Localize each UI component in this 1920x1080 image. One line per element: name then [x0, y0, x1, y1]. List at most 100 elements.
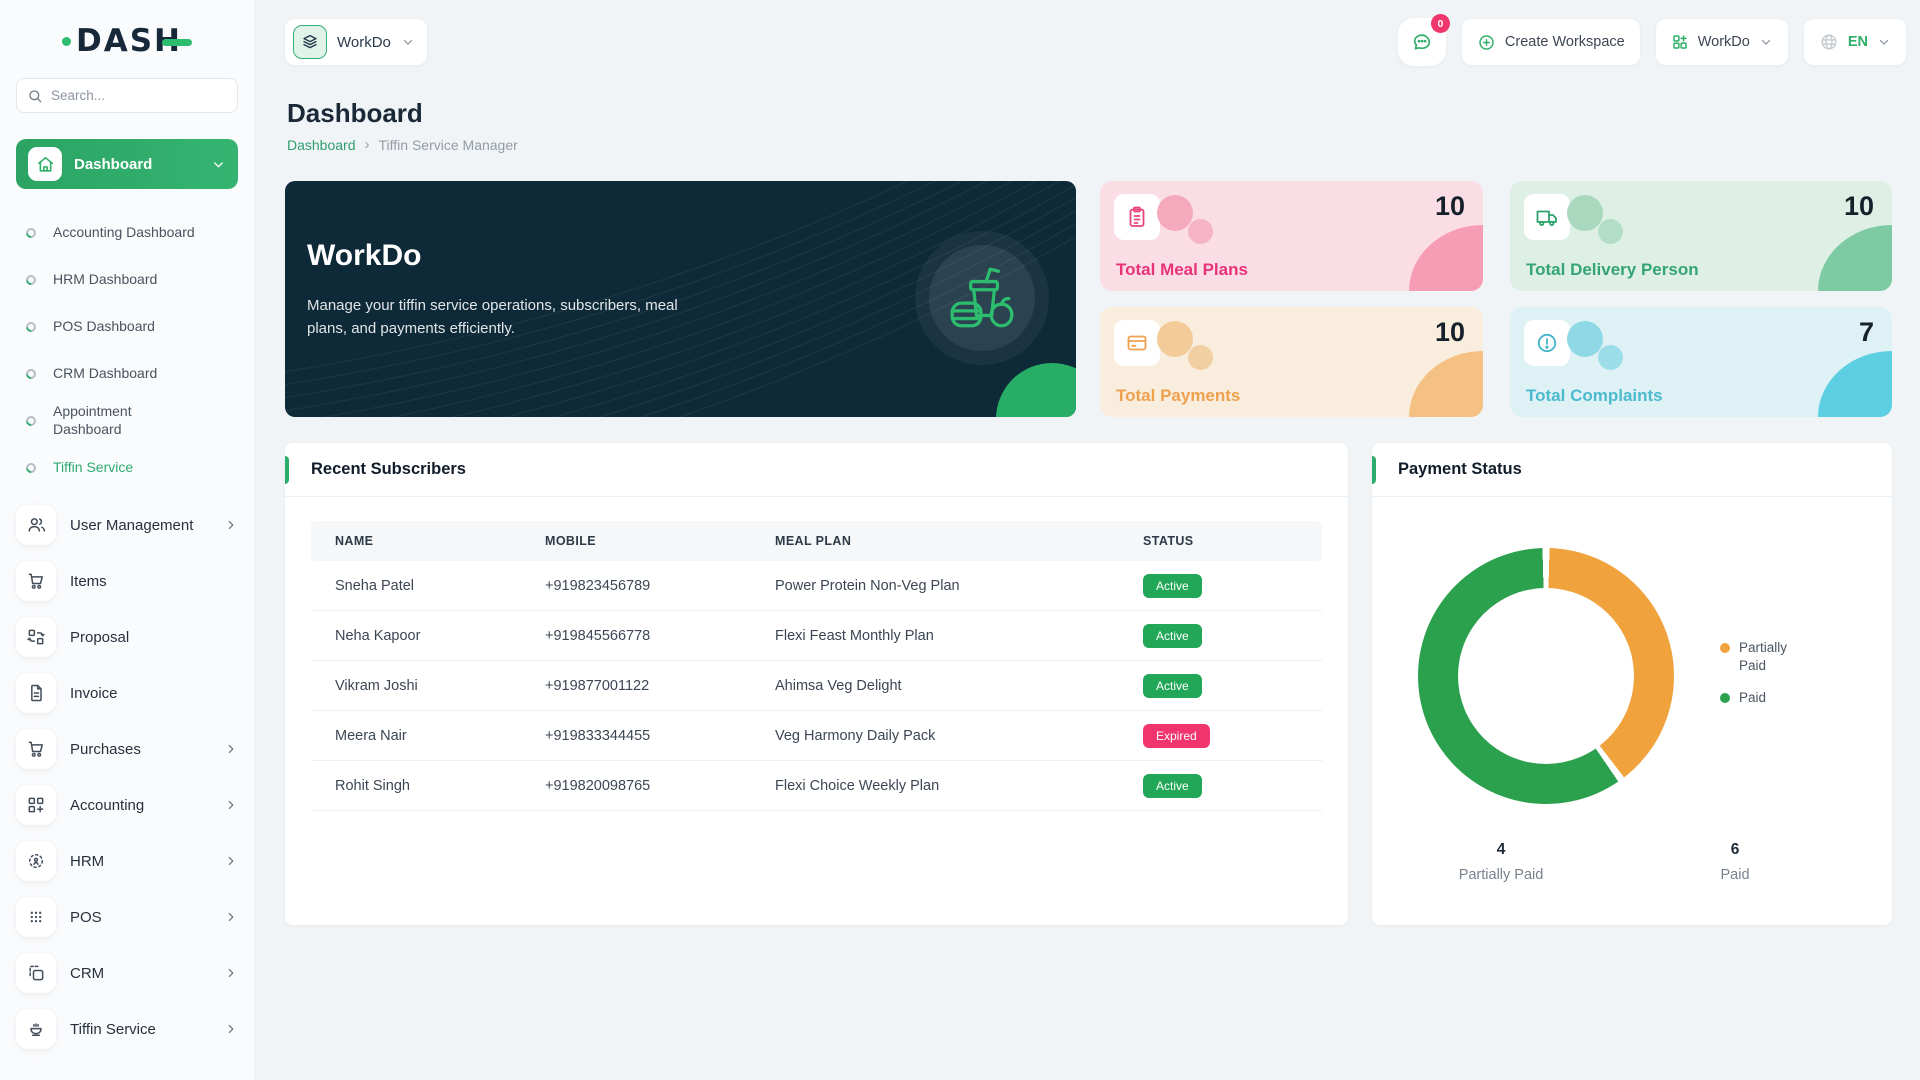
breadcrumb: Dashboard › Tiffin Service Manager	[287, 136, 518, 153]
workspace-selector[interactable]: WorkDo	[285, 19, 427, 65]
create-workspace-label: Create Workspace	[1504, 34, 1625, 50]
breadcrumb-dashboard-link[interactable]: Dashboard	[287, 137, 356, 153]
table-header-row: NAME MOBILE MEAL PLAN STATUS	[311, 521, 1322, 561]
notification-badge: 0	[1430, 14, 1450, 33]
page-title: Dashboard	[287, 98, 423, 128]
sidebar-item-crm[interactable]: CRM	[16, 945, 238, 1001]
search-icon	[29, 89, 42, 102]
stat-card-total-meal-plans[interactable]: 10 Total Meal Plans	[1100, 181, 1483, 291]
proposal-icon	[16, 617, 56, 657]
stat-value: 7	[1858, 317, 1874, 347]
workdo-menu-label: WorkDo	[1697, 34, 1750, 50]
status-badge: Active	[1143, 623, 1202, 648]
sidebar-item-hrm[interactable]: HRM	[16, 833, 238, 889]
credit-card-icon	[1114, 320, 1160, 366]
summary-value: 4	[1496, 841, 1506, 858]
sidebar-item-accounting-dashboard[interactable]: Accounting Dashboard	[23, 209, 238, 256]
sidebar-item-tiffin-service-active[interactable]: Tiffin Service	[23, 444, 238, 491]
column-header-name: NAME	[335, 534, 374, 548]
payment-status-panel: Payment Status Partially Paid Paid 4 Par…	[1372, 443, 1892, 925]
sidebar-item-tiffin-service[interactable]: Tiffin Service	[16, 1001, 238, 1057]
table-row[interactable]: Neha Kapoor +919845566778 Flexi Feast Mo…	[311, 611, 1322, 661]
payment-status-donut-chart	[1418, 548, 1674, 804]
stat-label: Total Delivery Person	[1526, 260, 1699, 279]
sidebar-item-appointment-dashboard[interactable]: Appointment Dashboard	[23, 397, 238, 444]
stat-cards: 10 Total Meal Plans 10 Total Delivery Pe…	[1100, 181, 1892, 417]
stat-card-total-complaints[interactable]: 7 Total Complaints	[1510, 307, 1892, 417]
bullet-icon	[23, 225, 39, 240]
legend-item-paid: Paid	[1720, 689, 1801, 707]
summary-label: Paid	[1720, 867, 1750, 883]
dashboard-submenu: Accounting Dashboard HRM Dashboard POS D…	[16, 201, 238, 497]
chevron-down-icon	[1879, 39, 1889, 45]
cell-mobile: +919845566778	[545, 627, 651, 644]
stat-label: Total Complaints	[1526, 386, 1663, 405]
sidebar-item-proposal[interactable]: Proposal	[16, 609, 238, 665]
cell-name: Meera Nair	[335, 727, 407, 744]
chart-legend: Partially Paid Paid	[1720, 639, 1801, 708]
status-badge: Active	[1143, 773, 1202, 798]
cell-meal-plan: Flexi Feast Monthly Plan	[775, 627, 934, 644]
logo-dash-icon	[162, 38, 192, 46]
status-badge: Active	[1143, 573, 1202, 598]
chevron-right-icon	[228, 856, 234, 866]
legend-item-partially-paid: Partially Paid	[1720, 639, 1801, 675]
sidebar-item-pos-dashboard[interactable]: POS Dashboard	[23, 303, 238, 350]
stat-value: 10	[1843, 191, 1874, 221]
sidebar-item-hrm-dashboard[interactable]: HRM Dashboard	[23, 256, 238, 303]
sidebar-item-invoice[interactable]: Invoice	[16, 665, 238, 721]
sidebar-search[interactable]	[16, 78, 238, 113]
workspace-name: WorkDo	[337, 33, 391, 51]
hero-banner: WorkDo Manage your tiffin service operat…	[285, 181, 1076, 417]
sidebar-item-accounting[interactable]: Accounting	[16, 777, 238, 833]
status-badge: Expired	[1143, 723, 1210, 748]
users-icon	[16, 505, 56, 545]
stat-value: 10	[1434, 191, 1465, 221]
sidebar-item-items[interactable]: Items	[16, 553, 238, 609]
stat-card-total-payments[interactable]: 10 Total Payments	[1100, 307, 1483, 417]
sidebar-item-dashboard[interactable]: Dashboard	[16, 139, 238, 189]
legend-dot	[1720, 693, 1730, 704]
chevron-right-icon	[228, 1024, 234, 1034]
table-row[interactable]: Rohit Singh +919820098765 Flexi Choice W…	[311, 761, 1322, 811]
table-row[interactable]: Vikram Joshi +919877001122 Ahimsa Veg De…	[311, 661, 1322, 711]
summary-value: 6	[1730, 841, 1740, 858]
cell-meal-plan: Ahimsa Veg Delight	[775, 677, 902, 694]
hero-title: WorkDo	[307, 239, 422, 272]
cell-mobile: +919877001122	[545, 677, 650, 694]
cell-name: Vikram Joshi	[335, 677, 418, 694]
app-logo[interactable]: DASH	[16, 18, 238, 64]
panel-accent-bar	[1372, 456, 1376, 484]
language-label: EN	[1847, 34, 1868, 50]
cell-name: Neha Kapoor	[335, 627, 421, 644]
bullet-icon	[23, 460, 39, 475]
stat-value: 10	[1434, 317, 1465, 347]
table-row[interactable]: Sneha Patel +919823456789 Power Protein …	[311, 561, 1322, 611]
stat-card-total-delivery-person[interactable]: 10 Total Delivery Person	[1510, 181, 1892, 291]
sidebar-item-pos[interactable]: POS	[16, 889, 238, 945]
grid-plus-icon	[16, 785, 56, 825]
subscribers-table: NAME MOBILE MEAL PLAN STATUS Sneha Patel…	[285, 497, 1348, 811]
summary-paid: 6 Paid	[1665, 841, 1805, 883]
chevron-right-icon	[228, 968, 234, 978]
language-selector[interactable]: EN	[1803, 19, 1906, 65]
cart-icon	[16, 561, 56, 601]
payment-status-title: Payment Status	[1398, 460, 1522, 478]
truck-icon	[1524, 194, 1570, 240]
cell-name: Sneha Patel	[335, 577, 415, 594]
messages-button[interactable]: 0	[1397, 14, 1450, 66]
search-input[interactable]	[51, 88, 227, 103]
create-workspace-button[interactable]: Create Workspace	[1461, 19, 1640, 65]
grid-plus-icon	[1672, 35, 1687, 49]
bullet-icon	[23, 366, 39, 381]
dots-grid-icon	[16, 897, 56, 937]
sidebar: DASH Dashboard Accounting Dashboard HRM …	[0, 0, 254, 1080]
sidebar-item-crm-dashboard[interactable]: CRM Dashboard	[23, 350, 238, 397]
chat-bubble-icon	[1413, 34, 1431, 50]
workspace-icon	[293, 25, 327, 59]
sidebar-item-user-management[interactable]: User Management	[16, 497, 238, 553]
breadcrumb-current: Tiffin Service Manager	[378, 136, 518, 153]
table-row[interactable]: Meera Nair +919833344455 Veg Harmony Dai…	[311, 711, 1322, 761]
workdo-menu-button[interactable]: WorkDo	[1655, 19, 1788, 65]
sidebar-item-purchases[interactable]: Purchases	[16, 721, 238, 777]
